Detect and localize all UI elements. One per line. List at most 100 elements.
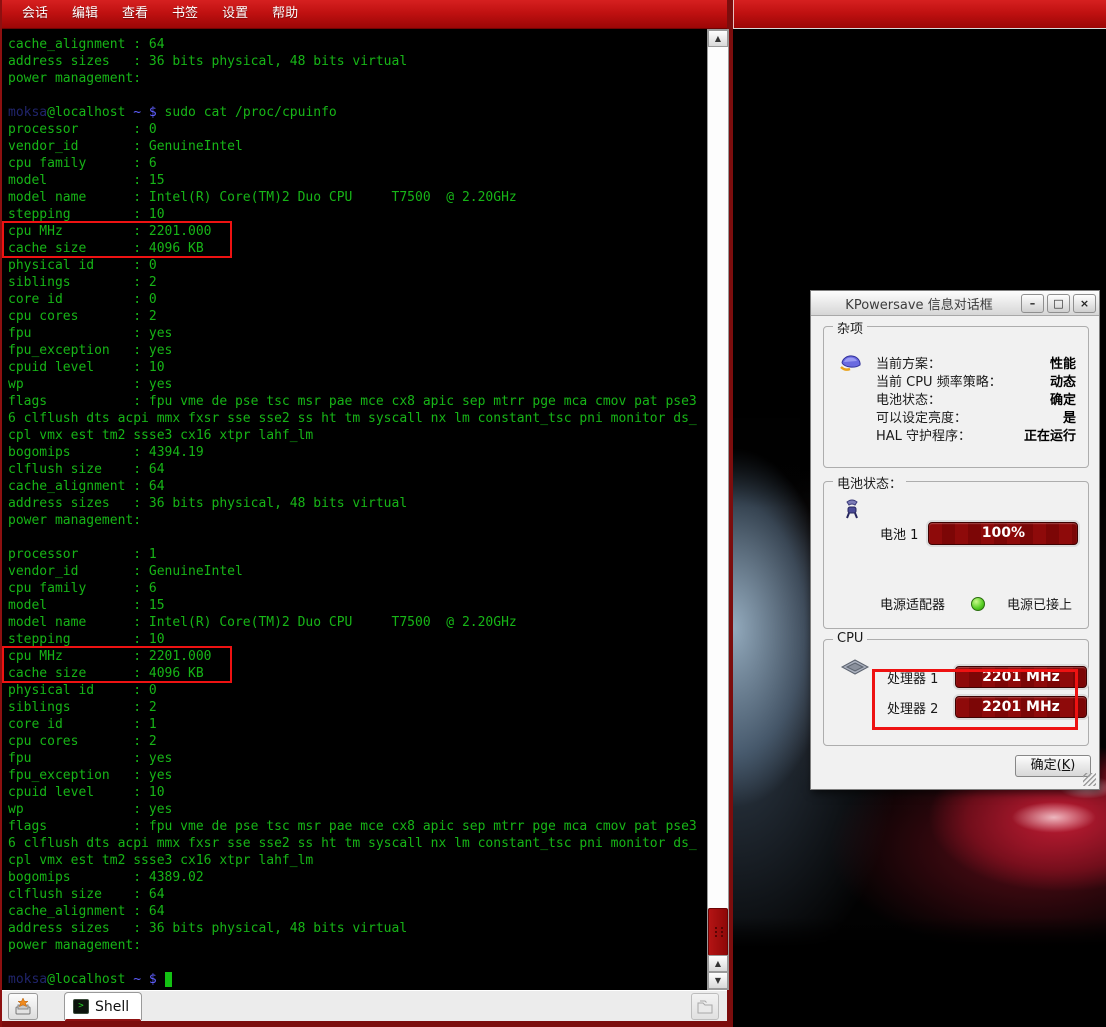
terminal-line: cache_alignment : 64: [8, 36, 697, 53]
info-row: 当前方案：性能: [876, 356, 1076, 374]
terminal-line: processor : 1: [8, 546, 697, 563]
battery-label: 电池 1: [880, 524, 918, 543]
terminal-line: model : 15: [8, 597, 697, 614]
window-bottom-border: [2, 1021, 727, 1027]
terminal-line: cache_alignment : 64: [8, 903, 697, 920]
terminal-line: [8, 954, 697, 971]
terminal-line: address sizes : 36 bits physical, 48 bit…: [8, 53, 697, 70]
terminal-line: siblings : 2: [8, 699, 697, 716]
terminal-line: fpu : yes: [8, 750, 697, 767]
terminal-text: cache_alignment : 64address sizes : 36 b…: [8, 36, 697, 988]
terminal-line: power management:: [8, 937, 697, 954]
power-plug-icon: [840, 498, 864, 522]
terminal-line: cpl vmx est tm2 ssse3 cx16 xtpr lahf_lm: [8, 852, 697, 869]
menu-item[interactable]: 书签: [160, 0, 210, 28]
new-session-icon: [13, 997, 33, 1017]
highlight-box-cpu0: [2, 221, 232, 258]
terminal-line: cpu family : 6: [8, 155, 697, 172]
terminal-line: [8, 87, 697, 104]
terminal-line: fpu_exception : yes: [8, 342, 697, 359]
menu-item[interactable]: 帮助: [260, 0, 310, 28]
highlight-box-cpu-frequencies: [872, 669, 1078, 730]
kpowersave-dialog: KPowersave 信息对话框 – □ × 杂项 当前方案：性能当前 CPU …: [810, 290, 1100, 790]
tab-shell[interactable]: > Shell: [64, 992, 142, 1020]
scroll-up-button-bottom[interactable]: ▲: [708, 955, 728, 972]
highlight-box-cpu1: [2, 646, 232, 683]
terminal-line: model : 15: [8, 172, 697, 189]
terminal-line: wp : yes: [8, 376, 697, 393]
misc-group: 杂项 当前方案：性能当前 CPU 频率策略：动态电池状态：确定可以设定亮度：是H…: [823, 326, 1089, 468]
adapter-row: 电源适配器 电源已接上: [880, 594, 1072, 613]
ok-accel-key: K: [1062, 758, 1071, 773]
close-button[interactable]: ×: [1073, 294, 1096, 313]
terminal-line: clflush size : 64: [8, 461, 697, 478]
folder-icon: [696, 999, 714, 1015]
cpu-group-legend: CPU: [833, 631, 867, 646]
tab-label: Shell: [95, 999, 129, 1015]
terminal-line: fpu_exception : yes: [8, 767, 697, 784]
menu-item[interactable]: 查看: [110, 0, 160, 28]
terminal-line: fpu : yes: [8, 325, 697, 342]
terminal-line: core id : 1: [8, 716, 697, 733]
terminal-line: bogomips : 4389.02: [8, 869, 697, 886]
terminal-line: cpu cores : 2: [8, 308, 697, 325]
konsole-window: 会话编辑查看书签设置帮助 cache_alignment : 64address…: [0, 0, 733, 1027]
terminal-line: model name : Intel(R) Core(TM)2 Duo CPU …: [8, 614, 697, 631]
terminal-line: cpl vmx est tm2 ssse3 cx16 xtpr lahf_lm: [8, 427, 697, 444]
ok-label-suffix: ): [1070, 758, 1075, 773]
terminal-line: cpu cores : 2: [8, 733, 697, 750]
terminal-line: address sizes : 36 bits physical, 48 bit…: [8, 495, 697, 512]
battery-group: 电池状态： 电池 1 100% 电源适配器 电源已接上: [823, 481, 1089, 629]
terminal-line: model name : Intel(R) Core(TM)2 Duo CPU …: [8, 189, 697, 206]
menu-item[interactable]: 编辑: [60, 0, 110, 28]
minimize-button[interactable]: –: [1021, 294, 1044, 313]
terminal-line: cpuid level : 10: [8, 784, 697, 801]
terminal-line: vendor_id : GenuineIntel: [8, 138, 697, 155]
terminal-line: flags : fpu vme de pse tsc msr pae mce c…: [8, 393, 697, 410]
scroll-down-button[interactable]: ▼: [708, 972, 728, 989]
terminal-icon: >: [73, 999, 89, 1014]
terminal-line: 6 clflush dts acpi mmx fxsr sse sse2 ss …: [8, 835, 697, 852]
scrollbar-thumb[interactable]: [708, 908, 728, 956]
new-session-button[interactable]: [8, 993, 38, 1020]
adapter-led-icon: [971, 597, 985, 611]
terminal-screen[interactable]: cache_alignment : 64address sizes : 36 b…: [2, 29, 707, 990]
adapter-label: 电源适配器: [880, 594, 945, 613]
battery-row: 电池 1 100%: [880, 522, 1078, 545]
cpu-chip-icon: [840, 658, 870, 680]
menu-item[interactable]: 设置: [210, 0, 260, 28]
terminal-line: address sizes : 36 bits physical, 48 bit…: [8, 920, 697, 937]
battery-level-bar: 100%: [928, 522, 1078, 545]
terminal-line: bogomips : 4394.19: [8, 444, 697, 461]
tab-bar: > Shell: [2, 990, 727, 1021]
battery-group-legend: 电池状态：: [833, 473, 906, 492]
desktop: 会话编辑查看书签设置帮助 cache_alignment : 64address…: [0, 0, 1106, 1027]
scroll-up-button[interactable]: ▲: [708, 30, 728, 47]
ok-button[interactable]: 确定(K): [1015, 755, 1091, 777]
info-row: 电池状态：确定: [876, 392, 1076, 410]
terminal-line: cpu family : 6: [8, 580, 697, 597]
info-row: 可以设定亮度：是: [876, 410, 1076, 428]
terminal-line: [8, 529, 697, 546]
misc-rows: 当前方案：性能当前 CPU 频率策略：动态电池状态：确定可以设定亮度：是HAL …: [876, 356, 1076, 446]
terminal-line: moksa@localhost ~ $: [8, 971, 697, 988]
detach-session-button[interactable]: [691, 993, 719, 1020]
dialog-titlebar[interactable]: KPowersave 信息对话框 – □ ×: [811, 291, 1099, 316]
terminal-line: power management:: [8, 512, 697, 529]
ok-label: 确定(: [1031, 758, 1062, 773]
terminal-line: physical id : 0: [8, 257, 697, 274]
terminal-line: cpuid level : 10: [8, 359, 697, 376]
terminal-line: cache_alignment : 64: [8, 478, 697, 495]
misc-group-legend: 杂项: [833, 318, 867, 337]
info-row: HAL 守护程序：正在运行: [876, 428, 1076, 446]
terminal-line: clflush size : 64: [8, 886, 697, 903]
menu-item[interactable]: 会话: [10, 0, 60, 28]
dialog-title: KPowersave 信息对话框: [811, 294, 1021, 313]
terminal-scrollbar[interactable]: ▲ ▲ ▼: [707, 29, 729, 990]
terminal-line: 6 clflush dts acpi mmx fxsr sse sse2 ss …: [8, 410, 697, 427]
maximize-button[interactable]: □: [1047, 294, 1070, 313]
terminal-line: vendor_id : GenuineIntel: [8, 563, 697, 580]
video-titlebar[interactable]: [733, 0, 1106, 29]
resize-grip[interactable]: [1083, 773, 1096, 786]
terminal-line: core id : 0: [8, 291, 697, 308]
